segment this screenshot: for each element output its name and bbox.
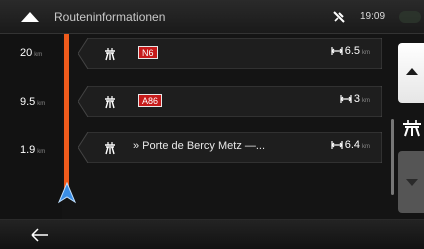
highway-icon: [105, 142, 115, 155]
highway-icon[interactable]: [401, 119, 423, 137]
route-step-row[interactable]: » Porte de Bercy Metz —... 6.4 km: [78, 132, 382, 163]
distance-label: 1.9 km: [20, 144, 46, 156]
route-line: [64, 34, 69, 189]
row-background: [78, 86, 382, 117]
top-bar: Routeninformationen 19:09: [0, 0, 424, 34]
segment-length: 6.4 km: [330, 139, 370, 151]
segment-length: 6.5 km: [330, 45, 370, 57]
road-number-badge: A86: [138, 94, 163, 107]
triangle-down-icon: [406, 179, 418, 186]
bottom-bar: [0, 219, 424, 249]
length-icon: [330, 141, 343, 150]
segment-length: 3 km: [340, 93, 370, 105]
road-number-badge: N6: [138, 46, 158, 59]
triangle-up-icon: [406, 68, 418, 75]
scroll-down-button[interactable]: [398, 151, 424, 213]
route-info-list: 20 km 9.5 km 1.9 km N6 6.5 km A86 3 km »…: [0, 34, 424, 219]
highway-icon: [105, 96, 115, 109]
scrollbar[interactable]: [391, 119, 394, 195]
length-icon: [340, 95, 352, 104]
page-title: Routeninformationen: [54, 10, 166, 24]
distance-label: 20 km: [20, 47, 43, 59]
distance-column: 20 km 9.5 km 1.9 km: [0, 34, 62, 219]
distance-label: 9.5 km: [20, 96, 46, 108]
scroll-up-button[interactable]: [398, 43, 424, 103]
route-step-row[interactable]: A86 3 km: [78, 86, 382, 117]
length-icon: [330, 47, 343, 56]
satellite-icon: [333, 11, 345, 23]
highway-icon: [105, 48, 115, 61]
clock-time: 19:09: [360, 11, 386, 22]
triangle-up-icon[interactable]: [21, 12, 39, 22]
vehicle-position-icon: [58, 182, 76, 204]
arrow-left-icon[interactable]: [24, 227, 54, 243]
route-step-row[interactable]: N6 6.5 km: [78, 38, 382, 69]
street-name: » Porte de Bercy Metz —...: [133, 140, 266, 152]
status-indicator: [399, 11, 421, 23]
